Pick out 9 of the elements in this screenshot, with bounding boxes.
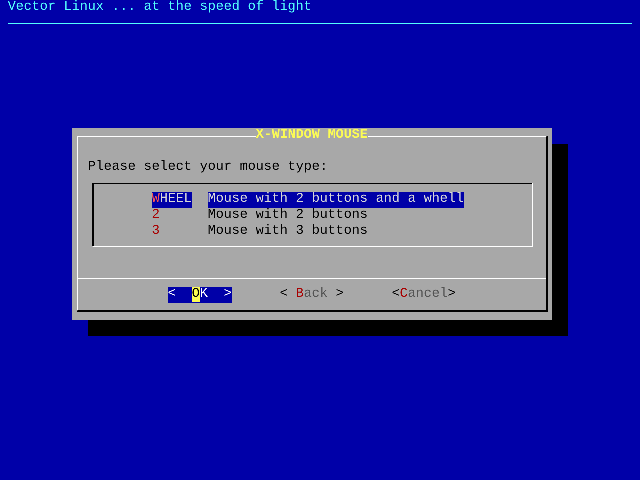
screen-title: Vector Linux ... at the speed of light xyxy=(7,0,313,16)
item-description[interactable]: Mouse with 3 buttons xyxy=(208,224,368,240)
item-description[interactable]: Mouse with 2 buttons xyxy=(208,208,368,224)
dialog-button[interactable]: <Cancel> xyxy=(392,287,456,303)
dialog-button[interactable]: < OK > xyxy=(168,287,232,303)
item-description[interactable]: Mouse with 2 buttons and a whell xyxy=(208,192,464,208)
dialog-button[interactable]: < Back > xyxy=(280,287,344,303)
item-tag[interactable]: WHEEL xyxy=(152,192,192,208)
prompt-text: Please select your mouse type: xyxy=(88,160,329,176)
